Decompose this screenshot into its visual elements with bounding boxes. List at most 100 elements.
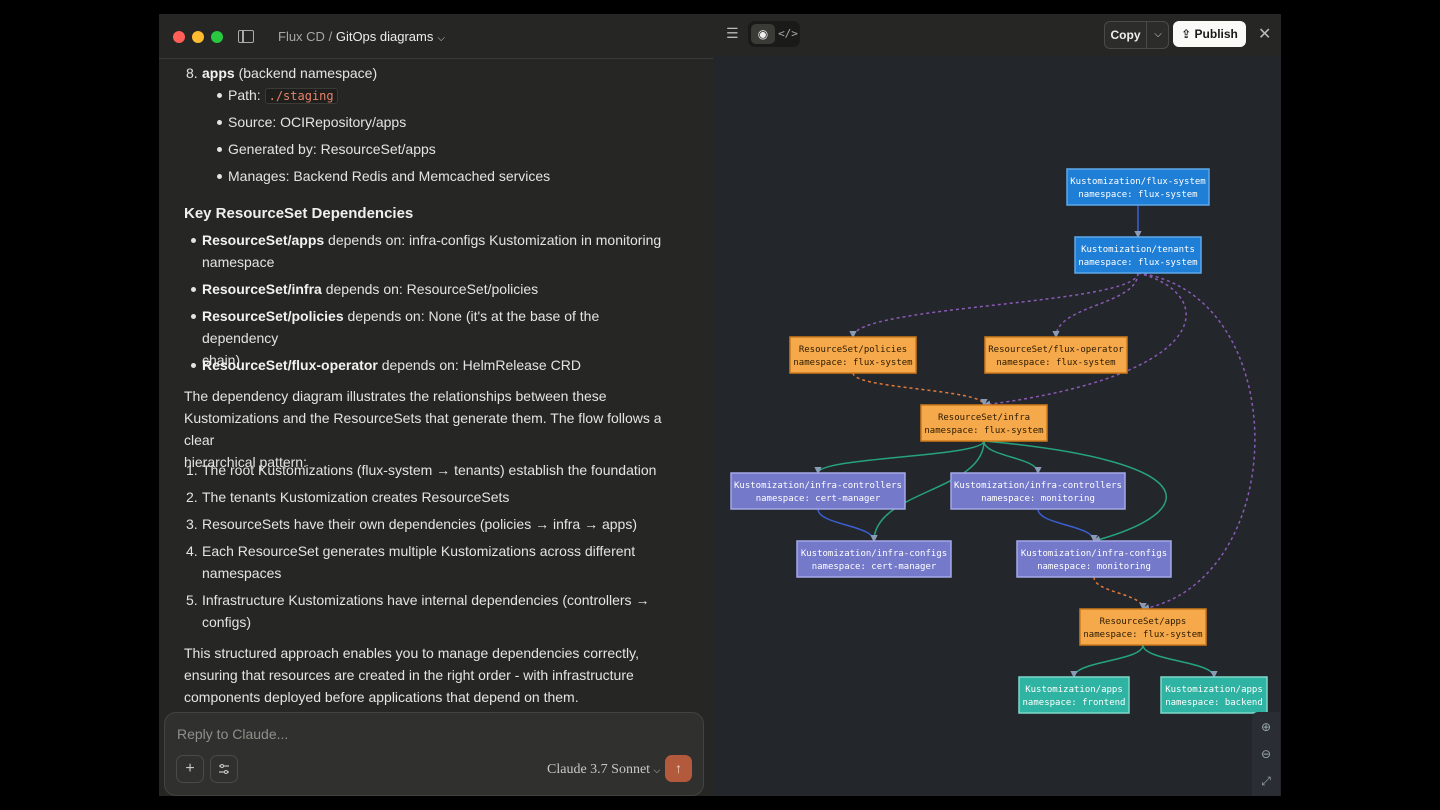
title-bar: Flux CD / GitOps diagrams ⌵: [159, 14, 713, 59]
diagram-node-tn: Kustomization/tenants namespace: flux-sys…: [1074, 236, 1202, 274]
list-item: Manages: Backend Redis and Memcached ser…: [212, 165, 676, 192]
reply-composer[interactable]: Reply to Claude... + Claude 3.7 Sonnet ⌵…: [164, 712, 704, 796]
diagram-edge-inf-icc: [814, 440, 985, 475]
diagram-nodes: Kustomization/flux-system namespace: flux…: [730, 168, 1268, 714]
breadcrumb-project[interactable]: Flux CD: [278, 29, 325, 44]
list-number: 5.: [186, 592, 198, 608]
eye-icon: ◉: [757, 27, 769, 41]
dep-name: ResourceSet/policies: [202, 308, 344, 324]
model-name: Claude 3.7 Sonnet: [547, 762, 651, 777]
tools-button[interactable]: [210, 755, 238, 783]
list-item: Path: ./staging: [212, 84, 676, 111]
arrow-up-icon: ↑: [675, 760, 682, 776]
breadcrumb-chat[interactable]: GitOps diagrams ⌵: [336, 29, 445, 44]
diagram-edge-rsa-kaf: [1070, 644, 1144, 679]
step-text: Infrastructure Kustomizations have inter…: [202, 592, 650, 608]
copy-button[interactable]: Copy: [1105, 22, 1147, 48]
node-label: Kustomization/apps: [1025, 685, 1123, 695]
sliders-icon: [219, 764, 229, 774]
section-heading: Key ResourceSet Dependencies: [184, 205, 414, 222]
dep-name: ResourceSet/infra: [202, 281, 322, 297]
step-text: The root Kustomizations (flux-system → t…: [202, 462, 657, 478]
list-item: ResourceSet/infra depends on: ResourceSe…: [186, 278, 676, 305]
node-label: Kustomization/infra-controllers: [734, 481, 902, 491]
list-item: 1. The root Kustomizations (flux-system →…: [186, 459, 676, 486]
diagram-node-fs: Kustomization/flux-system namespace: flux…: [1066, 168, 1210, 206]
fit-view-button[interactable]: ⤢: [1252, 768, 1280, 794]
node-label: namespace: flux-system: [1078, 190, 1197, 200]
diagram-node-rsa: ResourceSet/apps namespace: flux-system: [1079, 608, 1207, 646]
diagram-edge-icc-ifc: [817, 508, 878, 543]
list-item: ResourceSet/apps depends on: infra-confi…: [186, 229, 676, 278]
app-window: Flux CD / GitOps diagrams ⌵ 8. apps (back…: [159, 14, 1281, 796]
path-code: ./staging: [264, 88, 338, 104]
preview-tab[interactable]: ◉: [751, 24, 775, 44]
model-selector[interactable]: Claude 3.7 Sonnet ⌵: [547, 762, 660, 778]
step-text: Each ResourceSet generates multiple Kust…: [202, 543, 636, 559]
node-label: namespace: flux-system: [996, 358, 1115, 368]
dep-name: ResourceSet/apps: [202, 232, 325, 248]
node-label: namespace: cert-manager: [812, 562, 937, 572]
dep-text-cont: namespace: [202, 254, 275, 270]
send-button[interactable]: ↑: [665, 755, 692, 782]
diagram-edge-rsa-kab: [1142, 644, 1218, 679]
node-label: Kustomization/flux-system: [1070, 177, 1205, 187]
paragraph-line: components deployed before applications …: [184, 689, 579, 705]
maximize-window-button[interactable]: [211, 31, 223, 43]
diagram-node-ifm: Kustomization/infra-configs namespace: mo…: [1016, 540, 1172, 578]
zoom-out-icon: ⊖: [1260, 747, 1272, 761]
expand-icon: ⤢: [1261, 774, 1271, 788]
zoom-out-button[interactable]: ⊖: [1252, 741, 1280, 767]
chevron-down-icon: ⌵: [437, 33, 445, 44]
diagram-node-kaf: Kustomization/apps namespace: frontend: [1018, 676, 1130, 714]
node-label: Kustomization/infra-configs: [1021, 549, 1167, 559]
close-icon[interactable]: ✕: [1258, 24, 1271, 44]
node-label: Kustomization/apps: [1165, 685, 1263, 695]
add-button[interactable]: +: [176, 755, 204, 783]
code-icon: </>: [778, 27, 798, 40]
list-number: 8.: [186, 65, 198, 81]
code-tab[interactable]: </>: [778, 24, 798, 44]
diagram-node-kab: Kustomization/apps namespace: backend: [1160, 676, 1268, 714]
item-desc: (backend namespace): [238, 65, 378, 81]
item-name: apps: [202, 65, 235, 81]
list-item: 3. ResourceSets have their own dependenci…: [186, 513, 676, 540]
node-label: ResourceSet/policies: [799, 345, 907, 355]
step-text: The tenants Kustomization creates Resour…: [202, 489, 510, 505]
publish-label: Publish: [1194, 27, 1238, 41]
node-label: Kustomization/infra-configs: [801, 549, 947, 559]
node-label: ResourceSet/infra: [938, 413, 1030, 423]
publish-button[interactable]: ⇪ Publish: [1173, 21, 1246, 47]
diagram-edge-ifm-rsa: [1093, 576, 1147, 611]
zoom-in-button[interactable]: ⊕: [1252, 714, 1280, 740]
list-number: 2.: [186, 489, 198, 505]
node-label: namespace: flux-system: [1078, 258, 1197, 268]
node-label: namespace: monitoring: [981, 494, 1095, 504]
close-window-button[interactable]: [173, 31, 185, 43]
dep-name: ResourceSet/flux-operator: [202, 357, 378, 373]
node-label: namespace: monitoring: [1037, 562, 1151, 572]
list-item: 8. apps (backend namespace): [186, 62, 676, 84]
node-label: ResourceSet/apps: [1100, 617, 1187, 627]
list-item: 4. Each ResourceSet generates multiple Ku…: [186, 540, 676, 589]
paragraph-line: Kustomizations and the ResourceSets that…: [184, 410, 662, 448]
node-label: namespace: backend: [1165, 698, 1263, 708]
minimize-window-button[interactable]: [192, 31, 204, 43]
breadcrumb: Flux CD / GitOps diagrams ⌵: [278, 29, 445, 44]
zoom-in-icon: ⊕: [1260, 720, 1272, 734]
copy-options-button[interactable]: ⌵: [1148, 22, 1168, 48]
sidebar-toggle-icon[interactable]: [238, 30, 254, 43]
bullet-text: Manages: Backend Redis and Memcached ser…: [228, 168, 551, 184]
node-label: namespace: flux-system: [1083, 630, 1202, 640]
bullet-text: Generated by: ResourceSet/apps: [228, 141, 436, 157]
chat-panel: Flux CD / GitOps diagrams ⌵ 8. apps (back…: [159, 14, 713, 796]
list-icon[interactable]: ☰: [726, 25, 739, 42]
artifact-panel: ☰ ◉ </> Copy ⌵ ⇪ Publish ✕ Kustomization…: [713, 14, 1281, 796]
diagram-edge-pol-inf: [852, 372, 988, 407]
reply-input[interactable]: Reply to Claude...: [177, 726, 288, 742]
diagram-node-pol: ResourceSet/policies namespace: flux-syst…: [789, 336, 917, 374]
artifact-toolbar: ☰ ◉ </> Copy ⌵ ⇪ Publish ✕: [713, 14, 1281, 56]
share-icon: ⇪: [1181, 27, 1192, 41]
chevron-down-icon: ⌵: [1154, 29, 1162, 40]
dep-text: depends on: HelmRelease CRD: [377, 357, 581, 373]
